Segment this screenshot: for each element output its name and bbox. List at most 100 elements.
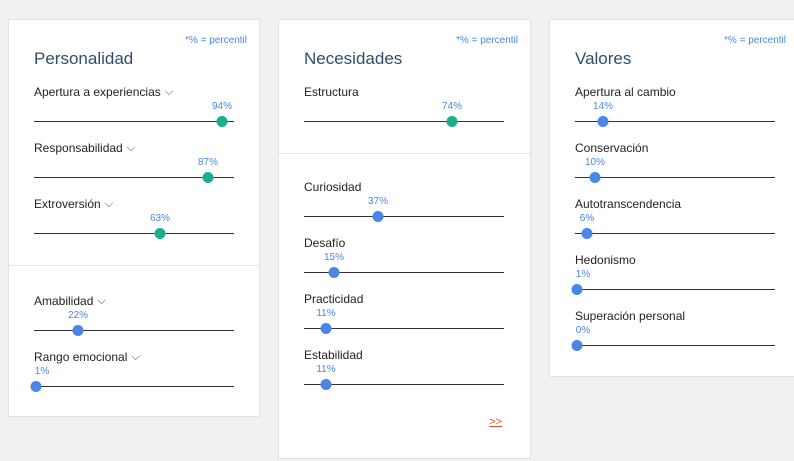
slider-marker xyxy=(216,116,228,127)
slider-track xyxy=(575,177,775,178)
card-personalidad: *% = percentil Personalidad Apertura a e… xyxy=(8,19,260,417)
slider-marker xyxy=(328,267,340,278)
trait-label: Practicidad xyxy=(304,292,363,306)
trait-row-rango-emocional: Rango emocional ⌵ 1% xyxy=(30,350,234,406)
percentile-note: *% = percentil xyxy=(724,35,786,46)
percentile-value: 15% xyxy=(323,252,345,263)
trait-label-text: Estructura xyxy=(304,85,359,99)
trait-row-responsabilidad: Responsabilidad ⌵ 87% xyxy=(34,141,234,197)
percentile-note: *% = percentil xyxy=(185,35,247,46)
slider-marker xyxy=(372,211,384,222)
trait-label: Autotranscendencia xyxy=(575,197,681,211)
trait-label-text: Extroversión xyxy=(34,197,101,211)
percentile-value: 1% xyxy=(34,366,50,377)
trait-row-apertura-al-cambio: Apertura al cambio 14% xyxy=(575,85,775,141)
slider-marker xyxy=(154,228,166,239)
trait-row-conservacion: Conservación 10% xyxy=(575,141,775,197)
trait-row-practicidad: Practicidad 11% xyxy=(304,292,504,348)
percentile-note: *% = percentil xyxy=(456,35,518,46)
slider-track xyxy=(34,121,234,122)
trait-row-superacion-personal: Superación personal 0% xyxy=(571,309,775,365)
trait-label: Conservación xyxy=(575,141,648,155)
card-title: Personalidad xyxy=(34,49,134,68)
slider-marker xyxy=(72,325,84,336)
trait-label-text: Estabilidad xyxy=(304,348,363,362)
card-title: Necesidades xyxy=(304,49,403,68)
section-divider xyxy=(9,265,259,266)
chevron-down-icon[interactable]: ⌵ xyxy=(127,142,135,155)
slider-track xyxy=(575,345,775,346)
trait-label: Apertura al cambio xyxy=(575,85,676,99)
percentile-value: 6% xyxy=(579,213,595,224)
trait-label-text: Superación personal xyxy=(575,309,686,323)
slider-marker xyxy=(571,284,583,295)
slider-marker xyxy=(597,116,609,127)
slider-track xyxy=(34,330,234,331)
percentile-value: 94% xyxy=(211,101,233,112)
percentile-value: 87% xyxy=(197,157,219,168)
chevron-down-icon[interactable]: ⌵ xyxy=(105,198,113,211)
trait-label-text: Desafío xyxy=(304,236,346,250)
trait-row-autotranscendencia: Autotranscendencia 6% xyxy=(575,197,775,253)
trait-label-text: Conservación xyxy=(575,141,649,155)
slider-marker xyxy=(581,228,593,239)
trait-label-text: Apertura al cambio xyxy=(575,85,676,99)
percentile-value: 0% xyxy=(575,325,591,336)
trait-row-amabilidad: Amabilidad ⌵ 22% xyxy=(34,294,234,350)
trait-label: Estructura xyxy=(304,85,359,99)
slider-track xyxy=(34,386,234,387)
more-link[interactable]: >> xyxy=(489,416,502,428)
trait-label-text: Practicidad xyxy=(304,292,364,306)
slider-track xyxy=(34,233,234,234)
trait-label-text: Curiosidad xyxy=(304,180,362,194)
trait-row-apertura-a-experiencias: Apertura a experiencias ⌵ 94% xyxy=(34,85,234,141)
trait-label[interactable]: Extroversión ⌵ xyxy=(34,197,113,212)
percentile-value: 1% xyxy=(575,269,591,280)
slider-marker xyxy=(30,381,42,392)
percentile-value: 10% xyxy=(584,157,606,168)
percentile-value: 22% xyxy=(67,310,89,321)
percentile-value: 11% xyxy=(316,308,336,319)
chevron-down-icon[interactable]: ⌵ xyxy=(131,351,139,364)
percentile-value: 74% xyxy=(441,101,463,112)
trait-label[interactable]: Rango emocional ⌵ xyxy=(34,350,140,365)
trait-label-text: Amabilidad xyxy=(34,294,94,308)
trait-row-curiosidad: Curiosidad 37% xyxy=(304,180,504,236)
trait-row-estabilidad: Estabilidad 11% xyxy=(304,348,504,404)
slider-marker xyxy=(320,379,332,390)
chevron-down-icon[interactable]: ⌵ xyxy=(165,86,173,99)
slider-track xyxy=(575,289,775,290)
trait-label-text: Rango emocional xyxy=(34,350,128,364)
slider-track xyxy=(304,216,504,217)
trait-label[interactable]: Amabilidad ⌵ xyxy=(34,294,106,309)
trait-label: Hedonismo xyxy=(575,253,636,267)
trait-row-desafio: Desafío 15% xyxy=(304,236,504,292)
trait-label[interactable]: Apertura a experiencias ⌵ xyxy=(34,85,173,100)
slider-track xyxy=(575,233,775,234)
card-title: Valores xyxy=(575,49,632,68)
trait-label: Desafío xyxy=(304,236,345,250)
percentile-value: 63% xyxy=(149,213,171,224)
trait-label-text: Autotranscendencia xyxy=(575,197,682,211)
slider-marker xyxy=(589,172,601,183)
section-divider xyxy=(279,153,530,154)
trait-label: Curiosidad xyxy=(304,180,361,194)
trait-row-estructura: Estructura 74% xyxy=(304,85,504,141)
slider-track xyxy=(304,328,504,329)
percentile-value: 37% xyxy=(367,196,389,207)
trait-label: Estabilidad xyxy=(304,348,363,362)
chevron-down-icon[interactable]: ⌵ xyxy=(97,295,105,308)
slider-marker xyxy=(571,340,583,351)
trait-label[interactable]: Responsabilidad ⌵ xyxy=(34,141,135,156)
trait-label-text: Responsabilidad xyxy=(34,141,123,155)
percentile-value: 11% xyxy=(316,364,336,375)
trait-label: Superación personal xyxy=(575,309,685,323)
trait-row-extroversion: Extroversión ⌵ 63% xyxy=(34,197,234,253)
trait-row-hedonismo: Hedonismo 1% xyxy=(571,253,775,309)
slider-track xyxy=(304,384,504,385)
slider-marker xyxy=(320,323,332,334)
card-necesidades: *% = percentil Necesidades >> Estructura… xyxy=(278,19,531,459)
slider-marker xyxy=(446,116,458,127)
card-valores: *% = percentil Valores Apertura al cambi… xyxy=(549,19,794,377)
slider-track xyxy=(304,121,504,122)
